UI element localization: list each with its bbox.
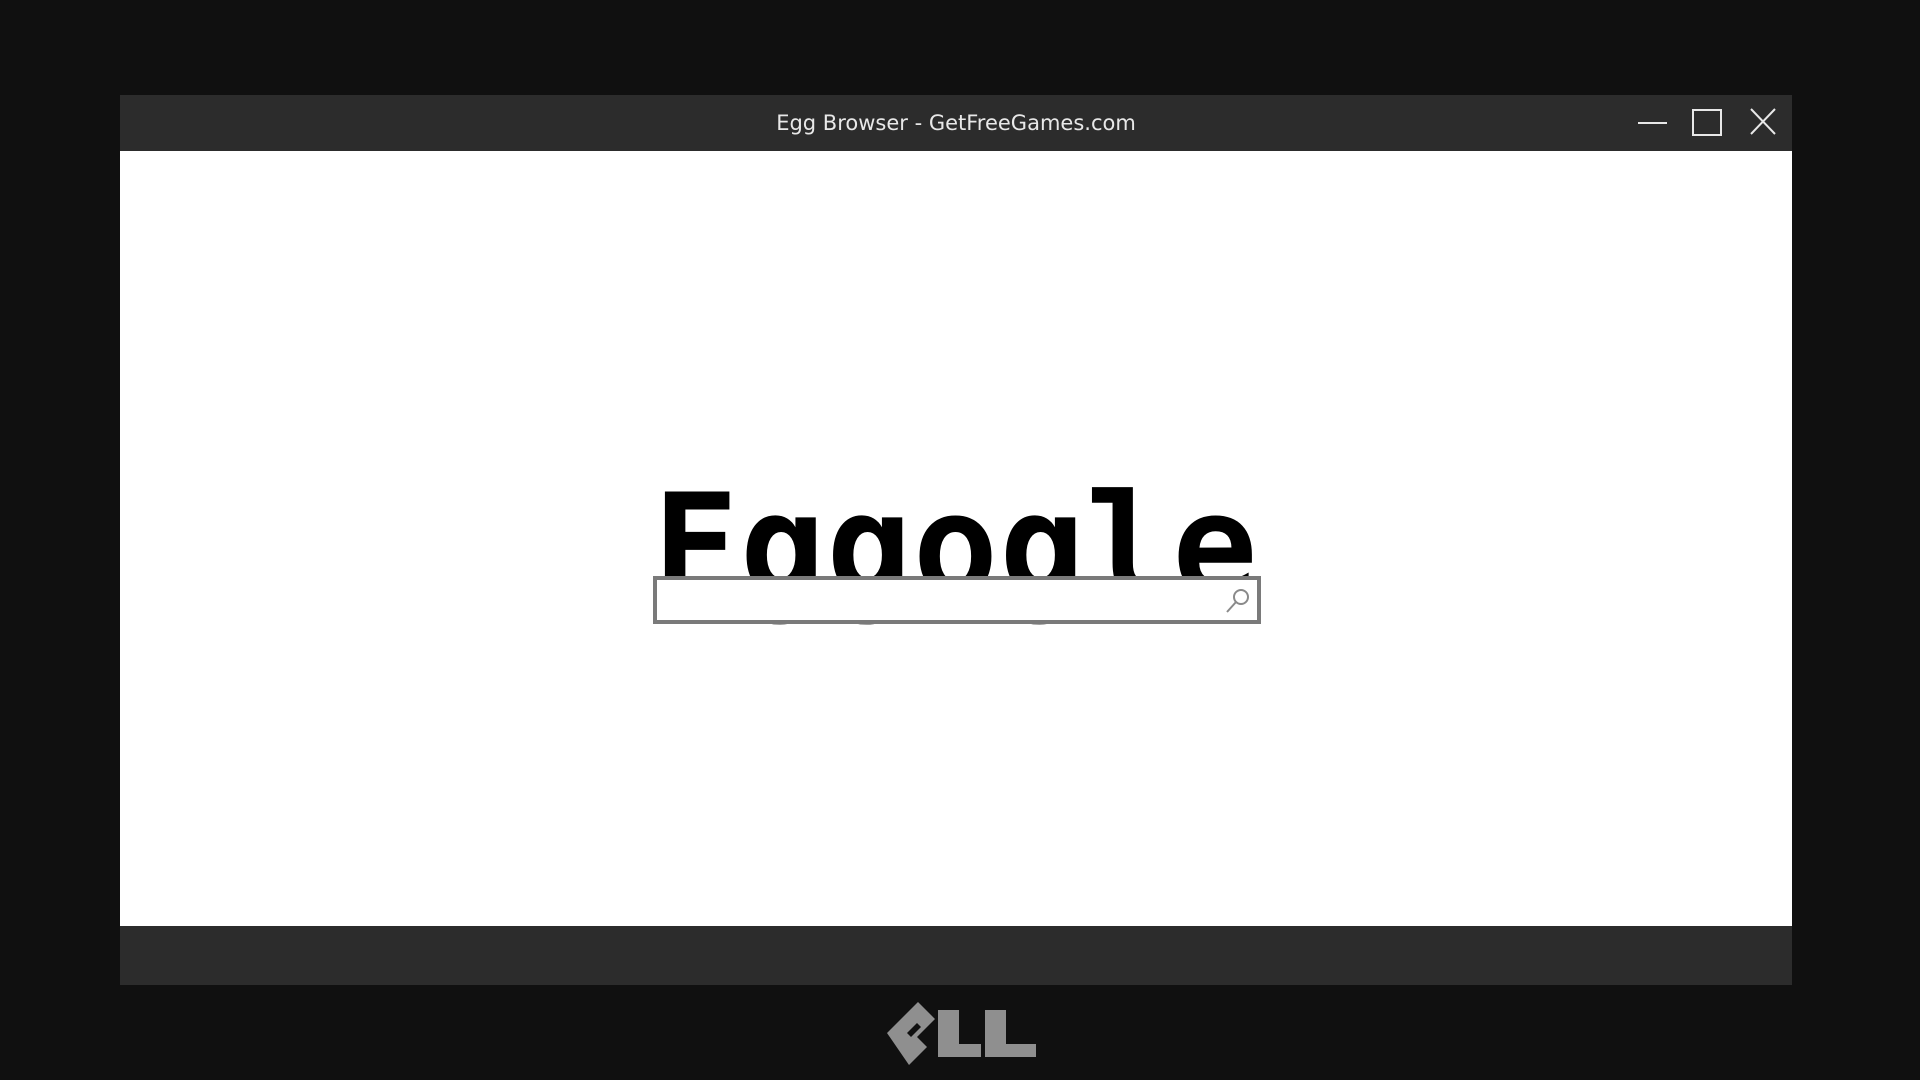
search-input[interactable] <box>657 580 1207 620</box>
window-title: Egg Browser - GetFreeGames.com <box>776 111 1136 135</box>
maximize-button[interactable] <box>1686 103 1728 143</box>
desktop: Egg Browser - GetFreeGames.com Eggogle <box>0 0 1920 1080</box>
maximize-icon <box>1692 109 1722 136</box>
search-box[interactable] <box>653 576 1261 624</box>
browser-window: Egg Browser - GetFreeGames.com Eggogle <box>120 95 1792 985</box>
page-viewport: Eggogle <box>120 151 1792 926</box>
search-icon[interactable] <box>1223 586 1253 616</box>
minimize-button[interactable] <box>1629 103 1671 143</box>
monitor-brand-logo <box>887 1002 1036 1065</box>
title-bar[interactable]: Egg Browser - GetFreeGames.com <box>120 95 1792 151</box>
minimize-icon <box>1638 122 1667 124</box>
close-button[interactable] <box>1744 103 1786 143</box>
status-bar <box>120 926 1792 985</box>
close-icon <box>1750 108 1776 135</box>
